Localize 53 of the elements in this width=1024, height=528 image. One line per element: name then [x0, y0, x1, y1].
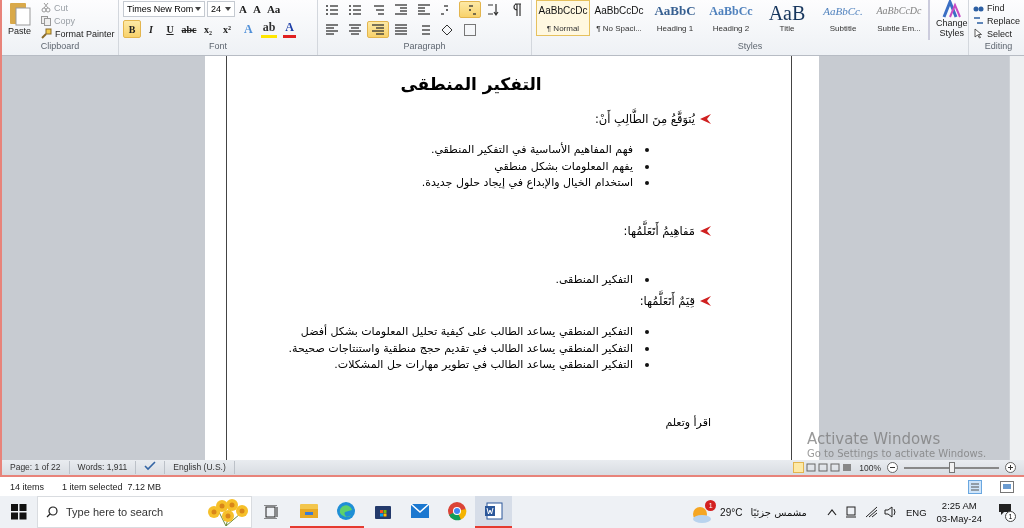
group-label: Paragraph — [402, 40, 447, 53]
font-size-button[interactable]: A — [237, 3, 249, 15]
format-button[interactable]: abc — [180, 20, 198, 38]
activation-title: Activate Windows — [807, 430, 942, 448]
font-size-button[interactable]: A — [250, 3, 263, 15]
find-button[interactable]: Find — [969, 1, 1024, 14]
list-item: التفكير المنطقي يساعد الطالب في تقديم حجج منطقية واستنتاجات صحيحة. — [288, 340, 633, 357]
temperature[interactable]: 29°C — [720, 506, 743, 518]
list-item: استخدام الخيال والإبداع في إيجاد حلول جديدة. — [421, 175, 633, 191]
select-button[interactable]: Select — [969, 27, 1024, 40]
language-indicator[interactable]: ENG — [906, 506, 927, 518]
format-button[interactable]: x₂ — [199, 20, 217, 38]
change-styles-button[interactable]: Change Styles — [932, 0, 972, 40]
page-count[interactable]: Page: 1 of 22 — [2, 461, 70, 474]
format-button[interactable]: B — [123, 20, 141, 38]
list-item: يفهم المعلومات بشكل منطقي — [494, 158, 633, 175]
list-item: التفكير المنطقي يساعد الطالب على كيفية تحليل المعلومات بشكل أفضل — [300, 324, 633, 340]
format-button[interactable]: x² — [218, 20, 236, 38]
style-tile[interactable]: AaBbCc. Subtitle — [816, 0, 870, 36]
style-tile[interactable]: AaB Title — [760, 0, 814, 36]
group-label: Styles — [736, 40, 764, 53]
paste-button[interactable]: Paste — [2, 0, 37, 40]
list-item: التفكير المنطقي يساعد الطالب في تطوير مهارات حل المشكلات. — [334, 357, 633, 373]
list-item: التفكير المنطقى. — [555, 271, 633, 288]
style-tile[interactable]: AaBbCcDc ¶ Normal — [536, 0, 590, 36]
weather-condition[interactable]: مشمس جزئيًا — [750, 506, 807, 518]
language-indicator[interactable]: English (U.S.) — [165, 461, 235, 474]
zoom-percent[interactable]: 100% — [859, 462, 881, 473]
replace-button[interactable]: Replace — [969, 14, 1024, 27]
group-label: Clipboard — [39, 40, 81, 53]
format-button[interactable]: I — [142, 20, 160, 38]
format-painter-button[interactable]: Format Painter — [37, 27, 119, 40]
closing-text: اقرأ وتعلم — [664, 415, 711, 429]
style-tile[interactable]: AaBbC Heading 1 — [648, 0, 702, 36]
style-tile[interactable]: AaBbCc Heading 2 — [704, 0, 758, 36]
font-size-button[interactable]: Aa — [264, 3, 283, 15]
font-name-field[interactable]: Times New Rom — [123, 1, 205, 17]
word-count[interactable]: Words: 1,911 — [69, 461, 137, 474]
list-item: فهم المفاهيم الأساسية في التفكير المنطقي. — [430, 142, 633, 158]
format-button[interactable]: U — [161, 20, 179, 38]
search-field[interactable]: Type here to search — [66, 506, 196, 518]
activation-text: Go to Settings to activate Windows. — [807, 448, 987, 459]
font-size-field[interactable]: 24 — [207, 1, 235, 17]
style-tile[interactable]: AaBbCcDc ¶ No Spaci... — [592, 0, 646, 36]
highlight-button[interactable]: ab — [260, 20, 278, 38]
group-label: Editing — [983, 40, 1014, 53]
selection-info: 1 item selected 7.12 MB — [62, 481, 162, 492]
item-count: 14 items — [10, 481, 44, 492]
clock[interactable]: 2:25 AM 03-May-24 — [936, 499, 982, 525]
document-title: التفكير المنطقى — [399, 74, 543, 94]
group-label: Font — [208, 40, 228, 53]
style-tile[interactable]: AaBbCcDc Subtle Em... — [872, 0, 926, 36]
text-color-button[interactable]: A — [283, 20, 297, 38]
